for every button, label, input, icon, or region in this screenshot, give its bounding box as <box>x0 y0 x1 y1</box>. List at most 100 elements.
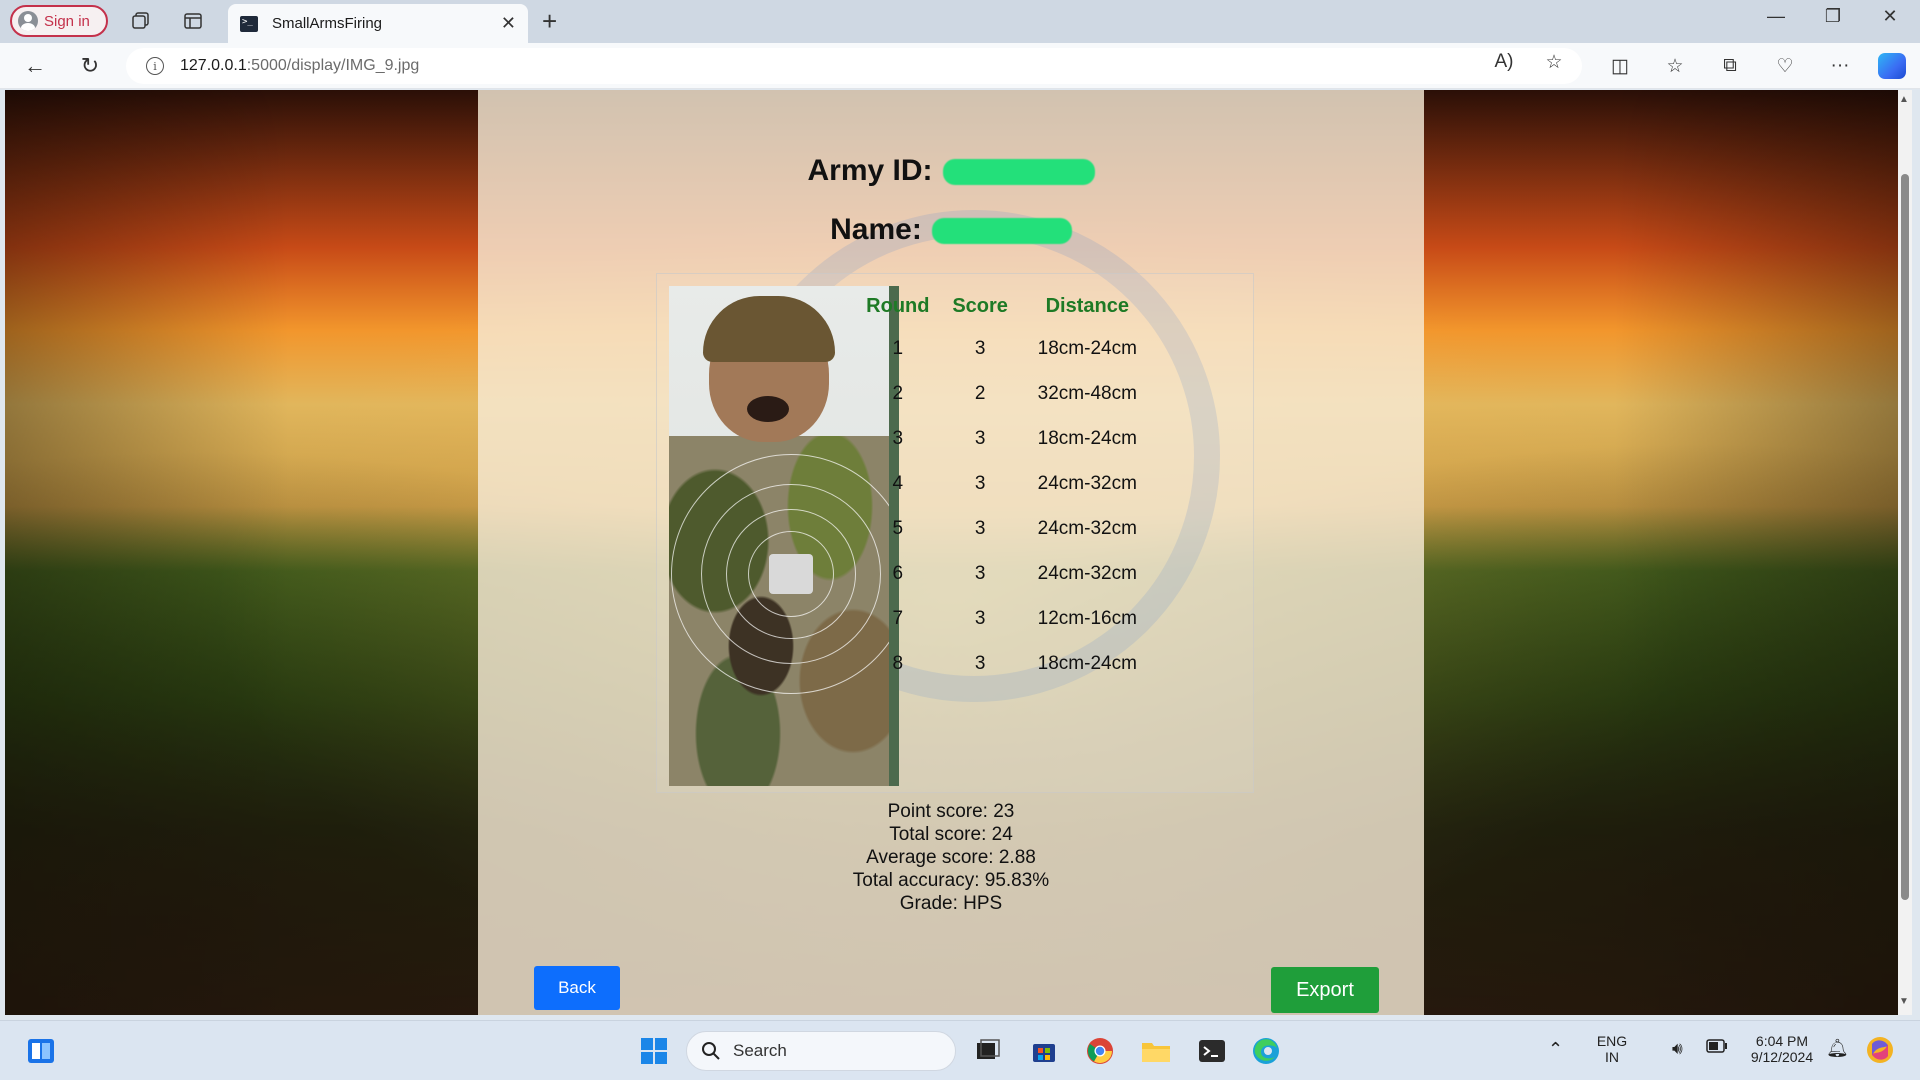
score-cell: 2 <box>974 382 986 404</box>
total-accuracy: Total accuracy: 95.83% <box>852 870 1050 891</box>
site-info-icon[interactable]: i <box>146 57 164 75</box>
start-icon[interactable] <box>638 1036 670 1066</box>
read-aloud-icon[interactable]: A) <box>1489 51 1519 73</box>
tab-title: SmallArmsFiring <box>272 15 383 32</box>
terminal-favicon-icon <box>240 15 258 32</box>
minimize-icon[interactable]: — <box>1756 6 1796 27</box>
table-header-row: Round Score Distance <box>854 286 1156 326</box>
sign-in-button[interactable]: Sign in <box>10 5 108 37</box>
page-scrollbar[interactable]: ▲ ▼ <box>1898 90 1912 1015</box>
table-row: 1 3 18cm-24cm <box>854 326 1156 371</box>
name-label: Name: <box>830 213 922 246</box>
address-toolbar: ← ↻ i 127.0.0.1:5000/display/IMG_9.jpg A… <box>0 43 1920 89</box>
browser-tab-bar: Sign in SmallArmsFiring ✕ + — ❐ ✕ <box>0 0 1920 43</box>
taskbar: Search ⌃ ENG IN 🔊︎ 6:04 PM 9/12/2024 🔔︎ <box>0 1020 1920 1080</box>
clock[interactable]: 6:04 PM 9/12/2024 <box>1740 1033 1824 1065</box>
target-bullseye <box>769 554 813 594</box>
edge-icon[interactable] <box>1250 1036 1282 1066</box>
workspaces-icon[interactable] <box>128 8 154 34</box>
score-cell: 3 <box>974 517 986 539</box>
favorites-icon[interactable]: ☆ <box>1660 55 1690 78</box>
address-bar[interactable]: i 127.0.0.1:5000/display/IMG_9.jpg <box>126 48 1582 84</box>
page-background: Army ID: Name: Round Score Distance 1 3 … <box>5 90 1898 1015</box>
table-row: 3 3 18cm-24cm <box>854 416 1156 461</box>
round-cell: 5 <box>892 517 904 539</box>
clock-time: 6:04 PM <box>1755 1033 1809 1049</box>
table-row: 7 3 12cm-16cm <box>854 596 1156 641</box>
round-cell: 1 <box>892 337 904 359</box>
terminal-icon[interactable] <box>1196 1036 1228 1066</box>
restore-icon[interactable]: ❐ <box>1813 6 1853 27</box>
browser-essentials-icon[interactable]: ♡ <box>1770 55 1800 78</box>
army-id-heading: Army ID: <box>478 154 1424 188</box>
split-screen-icon[interactable]: ◫ <box>1605 55 1635 78</box>
url-host: 127.0.0.1 <box>180 57 247 74</box>
score-cell: 3 <box>974 427 986 449</box>
collections-icon[interactable]: ⧉ <box>1715 55 1745 77</box>
tab-actions-icon[interactable] <box>180 8 206 34</box>
search-label: Search <box>733 1041 787 1060</box>
language-top: ENG <box>1596 1033 1628 1049</box>
scrollbar-thumb[interactable] <box>1901 174 1909 900</box>
scroll-up-icon[interactable]: ▲ <box>1899 94 1909 105</box>
average-score: Average score: 2.88 <box>866 847 1036 868</box>
window-close-icon[interactable]: ✕ <box>1870 6 1910 27</box>
search-icon <box>702 1042 720 1060</box>
table-row: 2 2 32cm-48cm <box>854 371 1156 416</box>
file-explorer-icon[interactable] <box>1140 1036 1172 1066</box>
results-panel: Army ID: Name: Round Score Distance 1 3 … <box>478 90 1424 1015</box>
back-button[interactable]: Back <box>534 966 620 1010</box>
clock-date: 9/12/2024 <box>1750 1049 1814 1065</box>
score-cell: 3 <box>974 607 986 629</box>
round-cell: 7 <box>892 607 904 629</box>
score-cell: 3 <box>974 472 986 494</box>
grade: Grade: HPS <box>899 893 1003 914</box>
army-id-redacted <box>942 159 1095 186</box>
sign-in-label: Sign in <box>44 12 90 30</box>
favorite-star-icon[interactable]: ☆ <box>1539 51 1569 74</box>
taskbar-search[interactable]: Search <box>686 1031 956 1071</box>
score-cell: 3 <box>974 337 986 359</box>
close-tab-icon[interactable]: ✕ <box>501 13 516 34</box>
distance-cell: 24cm-32cm <box>1037 562 1137 584</box>
round-cell: 2 <box>892 382 904 404</box>
table-row: 4 3 24cm-32cm <box>854 461 1156 506</box>
soldier-mouth <box>747 396 789 422</box>
battery-icon[interactable] <box>1706 1039 1728 1056</box>
round-cell: 8 <box>892 652 904 674</box>
show-hidden-icons[interactable]: ⌃ <box>1548 1039 1563 1060</box>
distance-cell: 18cm-24cm <box>1037 652 1137 674</box>
scores-table: Round Score Distance 1 3 18cm-24cm 2 2 32cm-… <box>854 286 1156 686</box>
notification-bell-icon[interactable]: 🔔︎ <box>1826 1038 1849 1059</box>
tab-smallarmsfiring[interactable]: SmallArmsFiring ✕ <box>228 4 528 43</box>
table-row: 6 3 24cm-32cm <box>854 551 1156 596</box>
table-row: 5 3 24cm-32cm <box>854 506 1156 551</box>
language-bottom: IN <box>1605 1049 1619 1065</box>
new-tab-icon[interactable]: + <box>542 6 557 37</box>
store-icon[interactable] <box>1028 1036 1060 1066</box>
widgets-icon[interactable] <box>25 1036 57 1066</box>
round-header: Round <box>866 294 930 317</box>
scroll-down-icon[interactable]: ▼ <box>1899 996 1909 1007</box>
score-summary: Point score: 23 Total score: 24 Average … <box>478 800 1424 915</box>
round-cell: 4 <box>892 472 904 494</box>
volume-icon[interactable]: 🔊︎ <box>1672 1039 1683 1059</box>
soldier-helmet <box>703 296 835 362</box>
round-cell: 3 <box>892 427 904 449</box>
more-options-icon[interactable]: ··· <box>1825 55 1855 77</box>
task-view-icon[interactable] <box>972 1036 1004 1066</box>
back-arrow-icon[interactable]: ← <box>20 53 50 79</box>
score-header: Score <box>952 294 1008 317</box>
total-score: Total score: 24 <box>889 824 1013 845</box>
url-path: :5000/display/IMG_9.jpg <box>246 57 420 74</box>
distance-cell: 24cm-32cm <box>1037 472 1137 494</box>
table-row: 8 3 18cm-24cm <box>854 641 1156 686</box>
export-button[interactable]: Export <box>1271 967 1379 1013</box>
distance-cell: 12cm-16cm <box>1037 607 1137 629</box>
distance-cell: 24cm-32cm <box>1037 517 1137 539</box>
language-indicator[interactable]: ENG IN <box>1592 1033 1632 1065</box>
chrome-icon[interactable] <box>1084 1036 1116 1066</box>
copilot-icon[interactable] <box>1878 53 1906 79</box>
refresh-icon[interactable]: ↻ <box>75 53 105 79</box>
copilot-taskbar-icon[interactable] <box>1864 1034 1896 1069</box>
